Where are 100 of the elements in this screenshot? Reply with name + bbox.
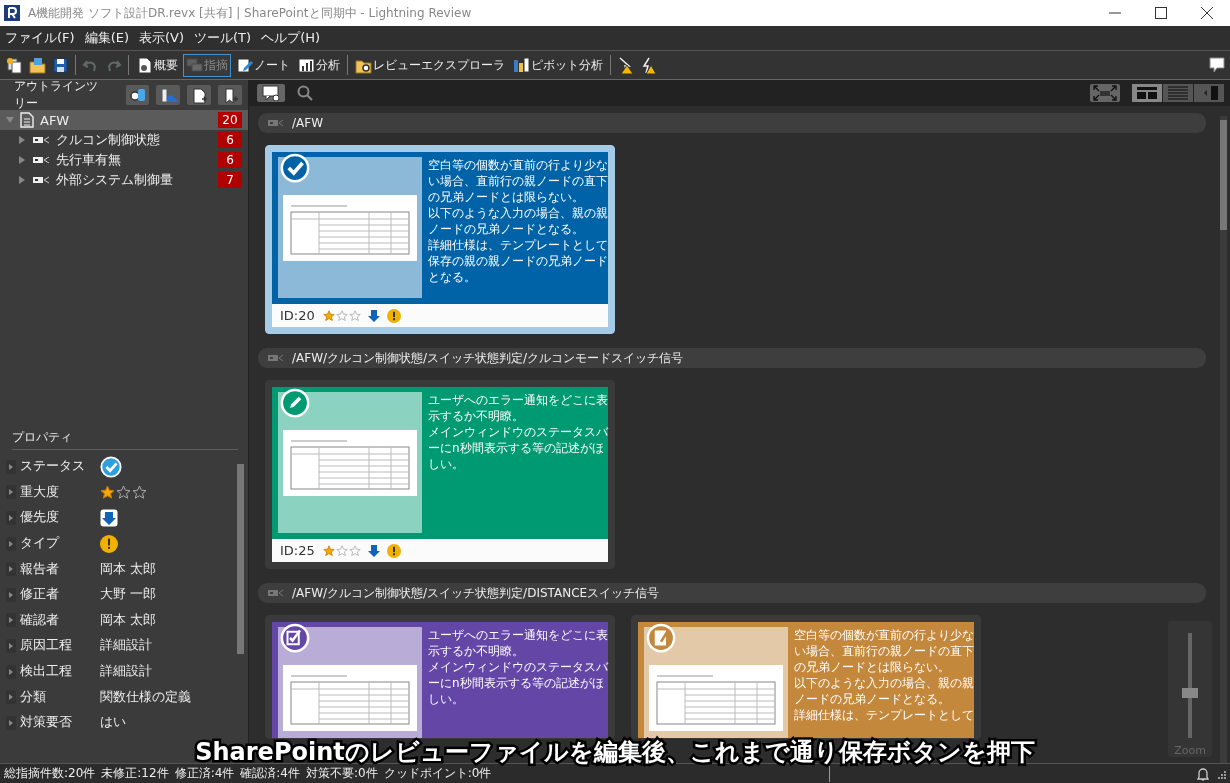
tree-item[interactable]: 先行車有無 6 <box>0 150 248 170</box>
filled-star-icon <box>100 484 115 500</box>
property-value: 詳細設計 <box>100 637 152 655</box>
tree-item[interactable]: クルコン制御状態 6 <box>0 130 248 150</box>
tag-icon <box>32 135 50 145</box>
property-label: 報告者 <box>20 560 60 578</box>
property-value: 大野 一郎 <box>100 586 156 604</box>
group-path: /AFW <box>292 116 324 130</box>
issue-id: ID:25 <box>280 543 315 558</box>
toolbar-button[interactable] <box>187 85 212 105</box>
property-label: 対策要否 <box>20 714 73 732</box>
close-icon[interactable] <box>1201 7 1213 19</box>
menu-item[interactable]: 表示(V) <box>134 29 190 47</box>
documents-icon[interactable] <box>6 56 23 74</box>
property-value: 岡本 太郎 <box>100 560 156 578</box>
fit-screen-icon <box>1093 85 1117 101</box>
tree-item[interactable]: 外部システム制御量 7 <box>0 170 248 190</box>
bar-chart-icon <box>298 56 315 74</box>
count-badge: 6 <box>218 132 242 148</box>
issue-text: 空白等の個数が直前の行より少ない場合、直前行の親ノードの直下の兄弟ノードとは限らない。 <box>428 157 608 205</box>
maximize-icon[interactable] <box>1155 7 1167 19</box>
list-icon <box>1167 85 1189 101</box>
toolbar-button[interactable] <box>218 85 242 105</box>
search-icon[interactable] <box>297 85 313 101</box>
group-header[interactable]: /AFW/クルコン制御状態/スイッチ状態判定/クルコンモードスイッチ信号 <box>258 348 1206 368</box>
resize-grip-icon[interactable] <box>1216 768 1226 779</box>
check-icon <box>100 455 122 478</box>
toolbar-button[interactable] <box>156 85 181 105</box>
issue-text: 以下のような入力の場合、親の親ノードの兄弟ノードとなる。 <box>794 675 974 707</box>
toolbar-button[interactable]: 分析 <box>295 53 343 77</box>
tag-icon <box>32 155 50 165</box>
tree-label: 外部システム制御量 <box>56 171 174 189</box>
window-title: A機能開発 ソフト設計DR.revx [共有] | SharePointと同期中 - Lightning Review <box>28 4 472 22</box>
property-label: ステータス <box>20 458 86 476</box>
toolbar-button[interactable] <box>125 85 150 105</box>
issue-card[interactable]: ユーザへのエラー通知をどこに表示するか不明瞭。 メインウィンドウのステータスバーにn秒間表示する等の記述がほしい。 <box>265 615 615 739</box>
exclamation-icon <box>100 534 118 553</box>
property-value: 関数仕様の定義 <box>100 688 191 706</box>
empty-star-icon <box>348 544 361 557</box>
status-text: 総指摘件数:20件 <box>4 765 96 782</box>
group-path: /AFW/クルコン制御状態/スイッチ状態判定/DISTANCEスイッチ信号 <box>292 584 660 602</box>
lightning-warning-icon[interactable] <box>640 56 657 74</box>
menu-item[interactable]: ツール(T) <box>189 29 257 47</box>
toolbar-button[interactable]: ピボット分析 <box>510 53 606 77</box>
note-pencil-icon <box>236 56 253 74</box>
expand-arrow-icon[interactable] <box>18 156 26 164</box>
add-comment-button[interactable] <box>257 84 285 102</box>
speech-bubble-icon[interactable] <box>1208 56 1226 74</box>
group-header[interactable]: /AFW <box>258 113 1206 133</box>
bell-icon[interactable] <box>1196 766 1210 781</box>
menu-item[interactable]: 編集(E) <box>79 29 134 47</box>
count-badge: 20 <box>218 112 242 128</box>
check-pencil-icon <box>280 623 310 653</box>
tag-icon <box>268 589 284 597</box>
check-icon <box>280 153 310 183</box>
property-label: 分類 <box>20 688 47 706</box>
property-label: 優先度 <box>20 509 60 527</box>
toolbar-button[interactable]: ノート <box>233 53 293 77</box>
property-label: 検出工程 <box>20 663 73 681</box>
count-badge: 6 <box>218 152 242 168</box>
empty-star-icon <box>348 309 361 322</box>
property-label: タイプ <box>20 535 61 553</box>
expand-arrow-icon[interactable] <box>18 176 26 184</box>
down-arrow-icon <box>100 509 118 527</box>
issue-text: 以下のような入力の場合、親の親ノードの兄弟ノードとなる。 <box>428 205 608 237</box>
issue-text: 空白等の個数が直前の行より少ない場合、直前行の親ノードの直下の兄弟ノードとは限らない。 <box>794 627 974 675</box>
issue-text: メインウィンドウのステータスバーにn秒間表示する等の記述がほしい。 <box>428 424 608 472</box>
folder-icon[interactable] <box>29 56 46 74</box>
warning-icon[interactable] <box>617 56 634 74</box>
card-view-button[interactable] <box>1132 84 1162 102</box>
menu-item[interactable]: ファイル(F) <box>0 29 80 47</box>
filled-star-icon <box>322 544 335 557</box>
status-text: クッドポイント:0件 <box>383 765 492 782</box>
side-panel-button[interactable] <box>1194 84 1224 102</box>
issue-text: ユーザへのエラー通知をどこに表示するか不明瞭。 <box>428 392 608 424</box>
group-path: /AFW/クルコン制御状態/スイッチ状態判定/クルコンモードスイッチ信号 <box>292 349 684 367</box>
scrollbar[interactable] <box>1220 116 1227 763</box>
collapse-arrow-icon[interactable] <box>6 116 14 124</box>
toolbar-button[interactable]: レビューエクスプローラ <box>352 53 508 77</box>
expand-arrow-icon[interactable] <box>18 136 26 144</box>
tree-item[interactable]: AFW 20 <box>0 110 248 130</box>
count-badge: 7 <box>218 172 242 188</box>
toolbar-button[interactable]: 概要 <box>133 53 181 77</box>
issue-card[interactable]: 空白等の個数が直前の行より少ない場合、直前行の親ノードの直下の兄弟ノードとは限らない。 以下のような入力の場合、親の親ノードの兄弟ノードとなる。 詳細仕様は、テンプレートとして保存の親の親ノードの兄弟ノードとなる。 ID:20 <box>265 145 615 334</box>
tree-label: 先行車有無 <box>56 151 122 169</box>
fit-screen-button[interactable] <box>1090 84 1120 102</box>
menu-item[interactable]: ヘルプ(H) <box>256 29 326 47</box>
document-icon <box>20 112 34 128</box>
issue-card[interactable]: ユーザへのエラー通知をどこに表示するか不明瞭。 メインウィンドウのステータスバーにn秒間表示する等の記述がほしい。 ID:25 <box>265 380 615 569</box>
filled-star-icon <box>322 309 335 322</box>
status-text: 確認済:4件 <box>240 765 300 782</box>
issue-text: 詳細仕様は、テンプレートとして <box>794 707 974 723</box>
status-text: 未修正:12件 <box>101 765 169 782</box>
group-header[interactable]: /AFW/クルコン制御状態/スイッチ状態判定/DISTANCEスイッチ信号 <box>258 583 1206 603</box>
property-value: 岡本 太郎 <box>100 611 156 629</box>
property-label: 重大度 <box>20 483 60 501</box>
empty-star-icon <box>132 484 147 500</box>
save-icon[interactable] <box>52 56 69 74</box>
issue-text: 詳細仕様は、テンプレートとして保存の親の親ノードの兄弟ノードとなる。 <box>428 237 608 285</box>
status-text: 修正済:4件 <box>174 765 235 782</box>
